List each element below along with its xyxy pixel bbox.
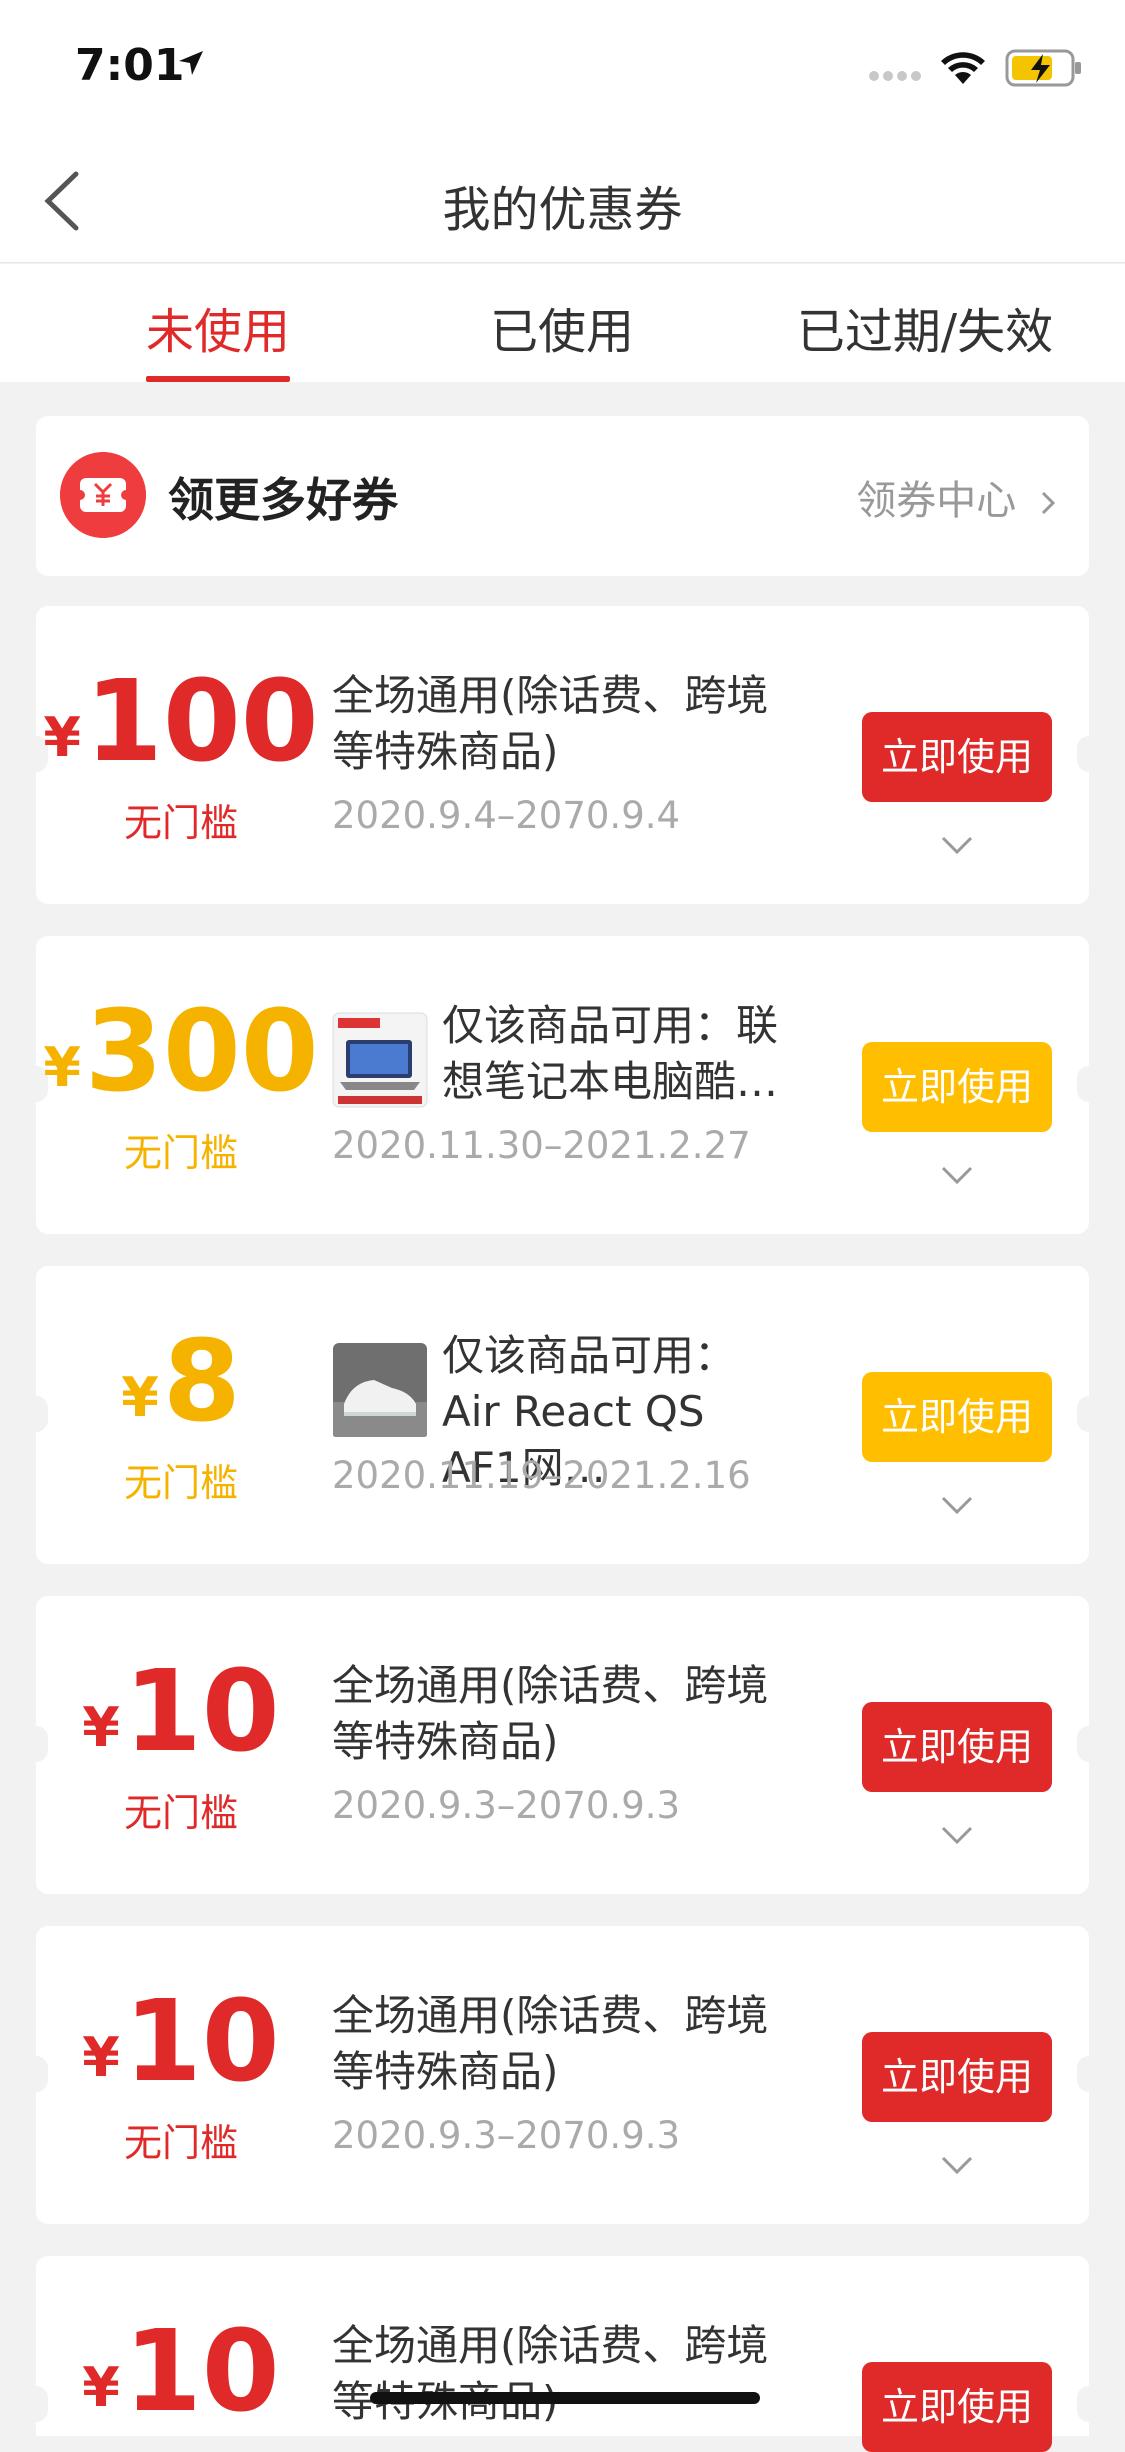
coupon-validity-date: 2020.9.3–2070.9.3 [332, 2114, 681, 2157]
chevron-down-icon[interactable] [940, 1818, 974, 1852]
coupon-description: 全场通用(除话费、跨境等特殊商品) [332, 1661, 769, 1766]
tab-used[interactable]: 已使用 [452, 292, 672, 362]
use-now-button[interactable]: 立即使用 [862, 2032, 1052, 2122]
coupon-condition: 无门槛 [123, 1131, 238, 1175]
coupon-amount: ¥10 [82, 2307, 280, 2437]
cellular-signal-icon [869, 66, 925, 85]
chevron-down-icon[interactable] [940, 1488, 974, 1522]
coupon-condition: 无门槛 [123, 801, 238, 845]
chevron-right-icon [1041, 491, 1056, 515]
use-now-button[interactable]: 立即使用 [862, 1042, 1052, 1132]
use-now-button[interactable]: 立即使用 [862, 1372, 1052, 1462]
home-indicator [370, 2392, 760, 2404]
coupon-center-link[interactable]: 领券中心 [856, 468, 1061, 526]
use-now-button[interactable]: 立即使用 [862, 1702, 1052, 1792]
chevron-down-icon[interactable] [940, 2148, 974, 2182]
coupon-card: ¥10 全场通用(除话费、跨境等特殊商品) 立即使用 [24, 2256, 1101, 2452]
status-time: 7:01 [75, 40, 185, 91]
coupon-description: 全场通用(除话费、跨境等特殊商品) [332, 2321, 769, 2426]
status-bar: 7:01 [0, 0, 1125, 140]
coupon-validity-date: 2020.11.19–2021.2.16 [332, 1454, 751, 1497]
coupon-ticket-icon [60, 452, 146, 538]
navigation-bar: 我的优惠券 [0, 140, 1125, 263]
sneaker-product-icon [333, 1343, 427, 1437]
tab-unused[interactable]: 未使用 [110, 292, 326, 362]
wifi-icon [941, 52, 985, 84]
coupon-amount: ¥10 无门槛 [36, 1656, 326, 1837]
use-now-button[interactable]: 立即使用 [862, 712, 1052, 802]
coupon-card: ¥10 无门槛 全场通用(除话费、跨境等特殊商品) 2020.9.3–2070.… [24, 1926, 1101, 2224]
coupon-condition: 无门槛 [123, 2121, 238, 2165]
coupon-amount: ¥10 无门槛 [36, 1986, 326, 2167]
coupon-description: 仅该商品可用：联想笔记本电脑酷… [442, 1001, 779, 1106]
coupon-validity-date: 2020.9.3–2070.9.3 [332, 1784, 681, 1827]
coupon-validity-date: 2020.9.4–2070.9.4 [332, 794, 681, 837]
coupon-amount: ¥100 无门槛 [36, 666, 326, 847]
coupon-center-link-text: 领券中心 [856, 478, 1017, 524]
battery-charging-icon [1005, 49, 1081, 87]
page-title: 我的优惠券 [442, 182, 683, 238]
coupon-description: 全场通用(除话费、跨境等特殊商品) [332, 671, 769, 776]
coupon-condition: 无门槛 [123, 1461, 238, 1505]
chevron-down-icon[interactable] [940, 1158, 974, 1192]
coupon-amount: ¥8 无门槛 [36, 1326, 326, 1507]
location-arrow-icon [179, 51, 203, 75]
tab-bar: 未使用 已使用 已过期/失效 [0, 264, 1125, 382]
tab-expired[interactable]: 已过期/失效 [760, 292, 1090, 362]
coupon-description: 全场通用(除话费、跨境等特殊商品) [332, 1991, 769, 2096]
coupon-card: ¥300 无门槛 仅该商品可用：联想笔记本电脑酷… 2020.11.30–202… [24, 936, 1101, 1234]
coupon-amount: ¥300 无门槛 [36, 996, 326, 1177]
use-now-button[interactable]: 立即使用 [862, 2362, 1052, 2452]
coupon-validity-date: 2020.11.30–2021.2.27 [332, 1124, 751, 1167]
promo-label: 领更多好券 [168, 473, 398, 527]
laptop-product-icon [332, 1012, 428, 1108]
coupon-card: ¥10 无门槛 全场通用(除话费、跨境等特殊商品) 2020.9.3–2070.… [24, 1596, 1101, 1894]
chevron-down-icon[interactable] [940, 828, 974, 862]
coupon-condition: 无门槛 [123, 1791, 238, 1835]
coupon-card: ¥8 无门槛 仅该商品可用：Air React QS AF1网… 2020.11… [24, 1266, 1101, 1564]
active-tab-indicator [146, 376, 290, 382]
coupon-card: ¥100 无门槛 全场通用(除话费、跨境等特殊商品) 2020.9.4–2070… [24, 606, 1101, 904]
coupon-center-banner[interactable]: 领更多好券 领券中心 [36, 416, 1089, 576]
